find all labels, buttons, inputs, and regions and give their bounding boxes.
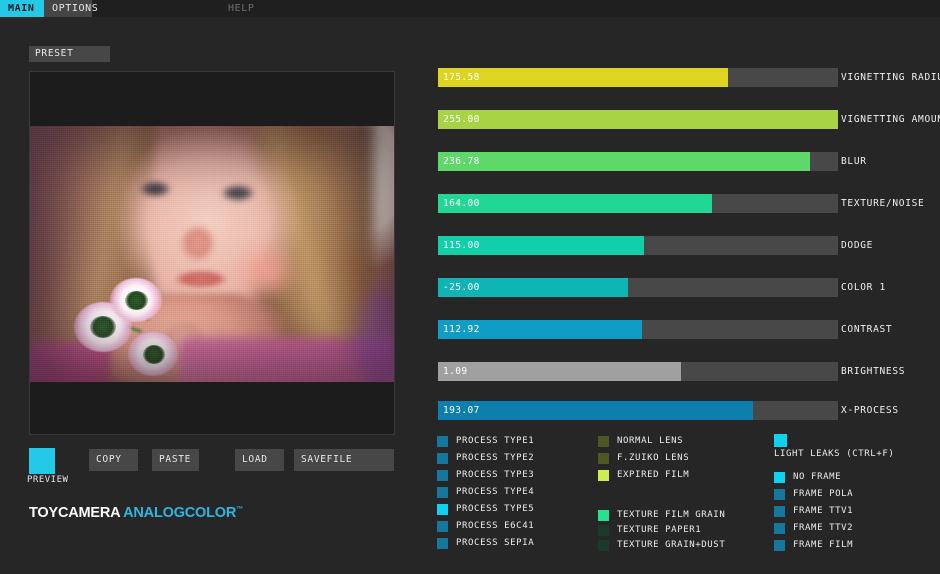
preview-panel xyxy=(29,71,395,435)
preview-label: PREVIEW xyxy=(27,475,69,485)
preview-color-swatch[interactable] xyxy=(29,448,55,474)
checkbox-icon[interactable] xyxy=(774,506,785,517)
slider-fill xyxy=(438,152,810,171)
slider-color-1[interactable]: -25.00 xyxy=(438,278,838,297)
slider-texture-noise[interactable]: 164.00 xyxy=(438,194,838,213)
checkbox-icon[interactable] xyxy=(774,540,785,551)
tab-options[interactable]: OPTIONS xyxy=(44,0,98,17)
checkbox-icon[interactable] xyxy=(774,472,785,483)
option-label: TEXTURE PAPER1 xyxy=(617,525,702,535)
preview-photo[interactable] xyxy=(30,126,394,382)
checkbox-icon[interactable] xyxy=(598,525,609,536)
slider-fill xyxy=(438,68,728,87)
option-label: FRAME TTV1 xyxy=(793,506,854,516)
logo-analogcolor: ANALOGCOLOR xyxy=(123,505,237,521)
light-leaks-label[interactable]: LIGHT LEAKS (CTRL+F) xyxy=(774,449,894,459)
slider-value: 175.58 xyxy=(443,72,480,83)
slider-blur[interactable]: 236.78 xyxy=(438,152,838,171)
app-logo: TOYCAMERA ANALOGCOLOR™ xyxy=(29,505,243,521)
slider-value: 1.09 xyxy=(443,366,468,377)
tab-bar: MAIN OPTIONS HELP xyxy=(0,0,940,17)
option-label: FRAME FILM xyxy=(793,540,854,550)
option-label: TEXTURE GRAIN+DUST xyxy=(617,540,726,550)
option-label: FRAME POLA xyxy=(793,489,854,499)
checkbox-icon[interactable] xyxy=(437,487,448,498)
slider-fill xyxy=(438,110,838,129)
slider-label: BLUR xyxy=(841,156,867,167)
savefile-button[interactable]: SAVEFILE xyxy=(294,449,394,471)
slider-contrast[interactable]: 112.92 xyxy=(438,320,838,339)
preset-dropdown[interactable]: PRESET xyxy=(29,46,110,62)
slider-value: -25.00 xyxy=(443,282,480,293)
option-label: EXPIRED FILM xyxy=(617,470,690,480)
slider-value: 164.00 xyxy=(443,198,480,209)
option-label: PROCESS TYPE1 xyxy=(456,436,535,446)
slider-fill xyxy=(438,362,682,381)
paste-button[interactable]: PASTE xyxy=(152,449,199,471)
checkbox-icon[interactable] xyxy=(437,436,448,447)
slider-label: CONTRAST xyxy=(841,324,893,335)
slider-fill xyxy=(438,401,754,420)
tab-help[interactable]: HELP xyxy=(220,0,258,17)
slider-label: BRIGHTNESS xyxy=(841,366,906,377)
slider-value: 236.78 xyxy=(443,156,480,167)
copy-button[interactable]: COPY xyxy=(89,449,138,471)
option-label: NORMAL LENS xyxy=(617,436,684,446)
slider-label: VIGNETTING AMOUNT xyxy=(841,114,940,125)
checkbox-icon[interactable] xyxy=(598,510,609,521)
slider-label: TEXTURE/NOISE xyxy=(841,198,925,209)
logo-toycamera: TOYCAMERA xyxy=(29,505,120,521)
checkbox-icon[interactable] xyxy=(598,436,609,447)
option-label: F.ZUIKO LENS xyxy=(617,453,690,463)
checkbox-icon[interactable] xyxy=(437,504,448,515)
light-leaks-checkbox-icon[interactable] xyxy=(774,434,787,447)
checkbox-icon[interactable] xyxy=(437,538,448,549)
option-label: TEXTURE FILM GRAIN xyxy=(617,510,726,520)
slider-value: 115.00 xyxy=(443,240,480,251)
logo-trademark: ™ xyxy=(236,506,243,514)
option-label: PROCESS TYPE5 xyxy=(456,504,535,514)
load-button[interactable]: LOAD xyxy=(235,449,284,471)
checkbox-icon[interactable] xyxy=(774,489,785,500)
slider-label: COLOR 1 xyxy=(841,282,886,293)
tab-main[interactable]: MAIN xyxy=(0,0,44,17)
slider-value: 255.00 xyxy=(443,114,480,125)
slider-label: DODGE xyxy=(841,240,874,251)
slider-brightness[interactable]: 1.09 xyxy=(438,362,838,381)
option-label: PROCESS TYPE4 xyxy=(456,487,535,497)
photo-layer-vignette xyxy=(30,126,394,382)
slider-vignetting-radius[interactable]: 175.58 xyxy=(438,68,838,87)
toycamera-app: MAIN OPTIONS HELP PRESET PREVIEW COPY PA… xyxy=(0,0,940,574)
checkbox-icon[interactable] xyxy=(774,523,785,534)
slider-value: 193.07 xyxy=(443,405,480,416)
checkbox-icon[interactable] xyxy=(437,470,448,481)
checkbox-icon[interactable] xyxy=(437,521,448,532)
option-label: PROCESS E6C41 xyxy=(456,521,535,531)
checkbox-icon[interactable] xyxy=(437,453,448,464)
checkbox-icon[interactable] xyxy=(598,540,609,551)
option-label: FRAME TTV2 xyxy=(793,523,854,533)
option-label: PROCESS SEPIA xyxy=(456,538,535,548)
slider-label: X-PROCESS xyxy=(841,405,899,416)
slider-vignetting-amount[interactable]: 255.00 xyxy=(438,110,838,129)
checkbox-icon[interactable] xyxy=(598,470,609,481)
slider-x-process[interactable]: 193.07 xyxy=(438,401,838,420)
slider-value: 112.92 xyxy=(443,324,480,335)
slider-dodge[interactable]: 115.00 xyxy=(438,236,838,255)
slider-label: VIGNETTING RADIUS xyxy=(841,72,940,83)
option-label: PROCESS TYPE3 xyxy=(456,470,535,480)
option-label: PROCESS TYPE2 xyxy=(456,453,535,463)
option-label: NO FRAME xyxy=(793,472,842,482)
checkbox-icon[interactable] xyxy=(598,453,609,464)
